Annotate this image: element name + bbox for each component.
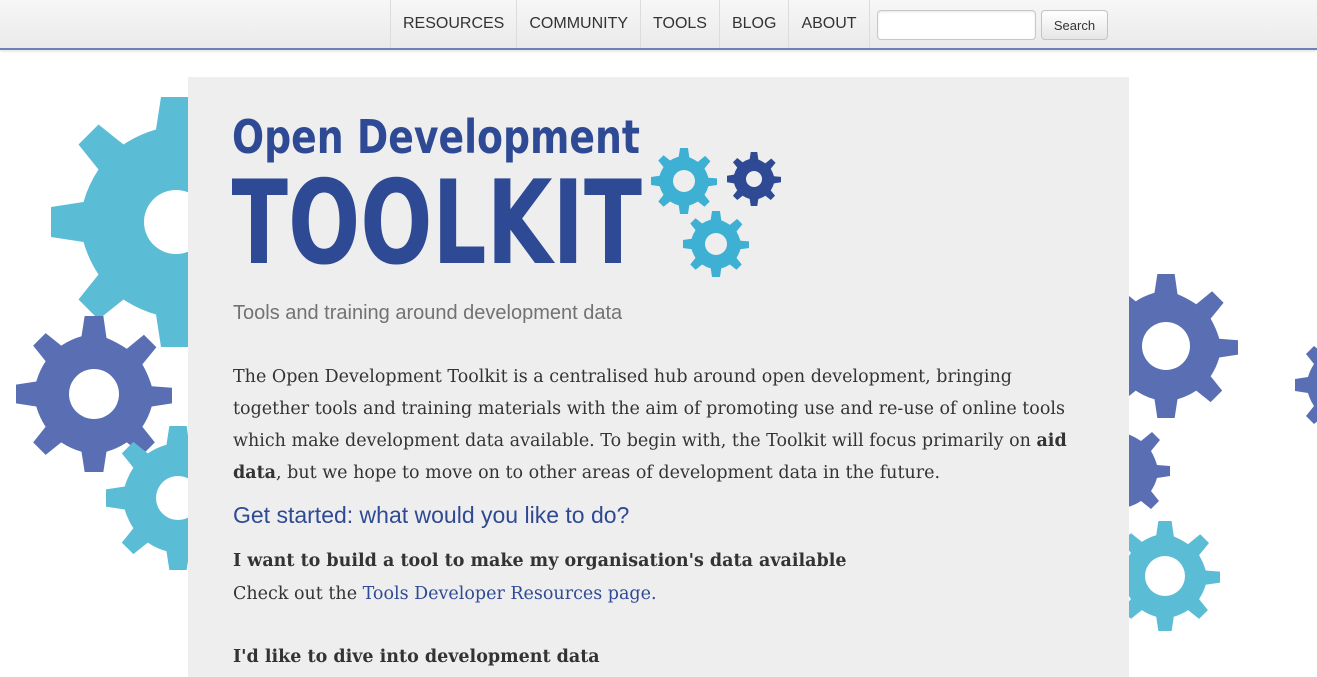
question-dive-data: I'd like to dive into development data <box>233 647 600 667</box>
answer-build-tool: Check out the Tools Developer Resources … <box>233 584 657 604</box>
logo-line2: TOOLKIT <box>232 156 642 291</box>
toolkit-logo: Open Development TOOLKIT <box>232 111 781 291</box>
tools-developer-resources-link[interactable]: Tools Developer Resources page. <box>363 584 657 604</box>
tagline: Tools and training around development da… <box>233 302 623 324</box>
main-content-panel: Open Development TOOLKIT Tools and train… <box>188 77 1129 677</box>
search-input[interactable] <box>877 10 1036 40</box>
nav-item-tools[interactable]: TOOLS <box>641 0 720 48</box>
intro-text-1: The Open Development Toolkit is a centra… <box>233 367 1065 451</box>
nav-item-about[interactable]: ABOUT <box>789 0 870 48</box>
nav-menu: RESOURCES COMMUNITY TOOLS BLOG ABOUT <box>390 0 870 48</box>
nav-item-community[interactable]: COMMUNITY <box>517 0 642 48</box>
gear-far-right <box>1295 335 1317 435</box>
nav-item-blog[interactable]: BLOG <box>720 0 790 48</box>
question-build-tool: I want to build a tool to make my organi… <box>233 551 847 571</box>
answer-prefix: Check out the <box>233 584 363 604</box>
get-started-heading: Get started: what would you like to do? <box>233 502 630 528</box>
nav-item-resources[interactable]: RESOURCES <box>391 0 518 48</box>
intro-paragraph: The Open Development Toolkit is a centra… <box>233 361 1083 489</box>
top-navbar: RESOURCES COMMUNITY TOOLS BLOG ABOUT Sea… <box>0 0 1317 50</box>
intro-text-2: , but we hope to move on to other areas … <box>276 463 941 483</box>
search-button[interactable]: Search <box>1041 10 1108 40</box>
